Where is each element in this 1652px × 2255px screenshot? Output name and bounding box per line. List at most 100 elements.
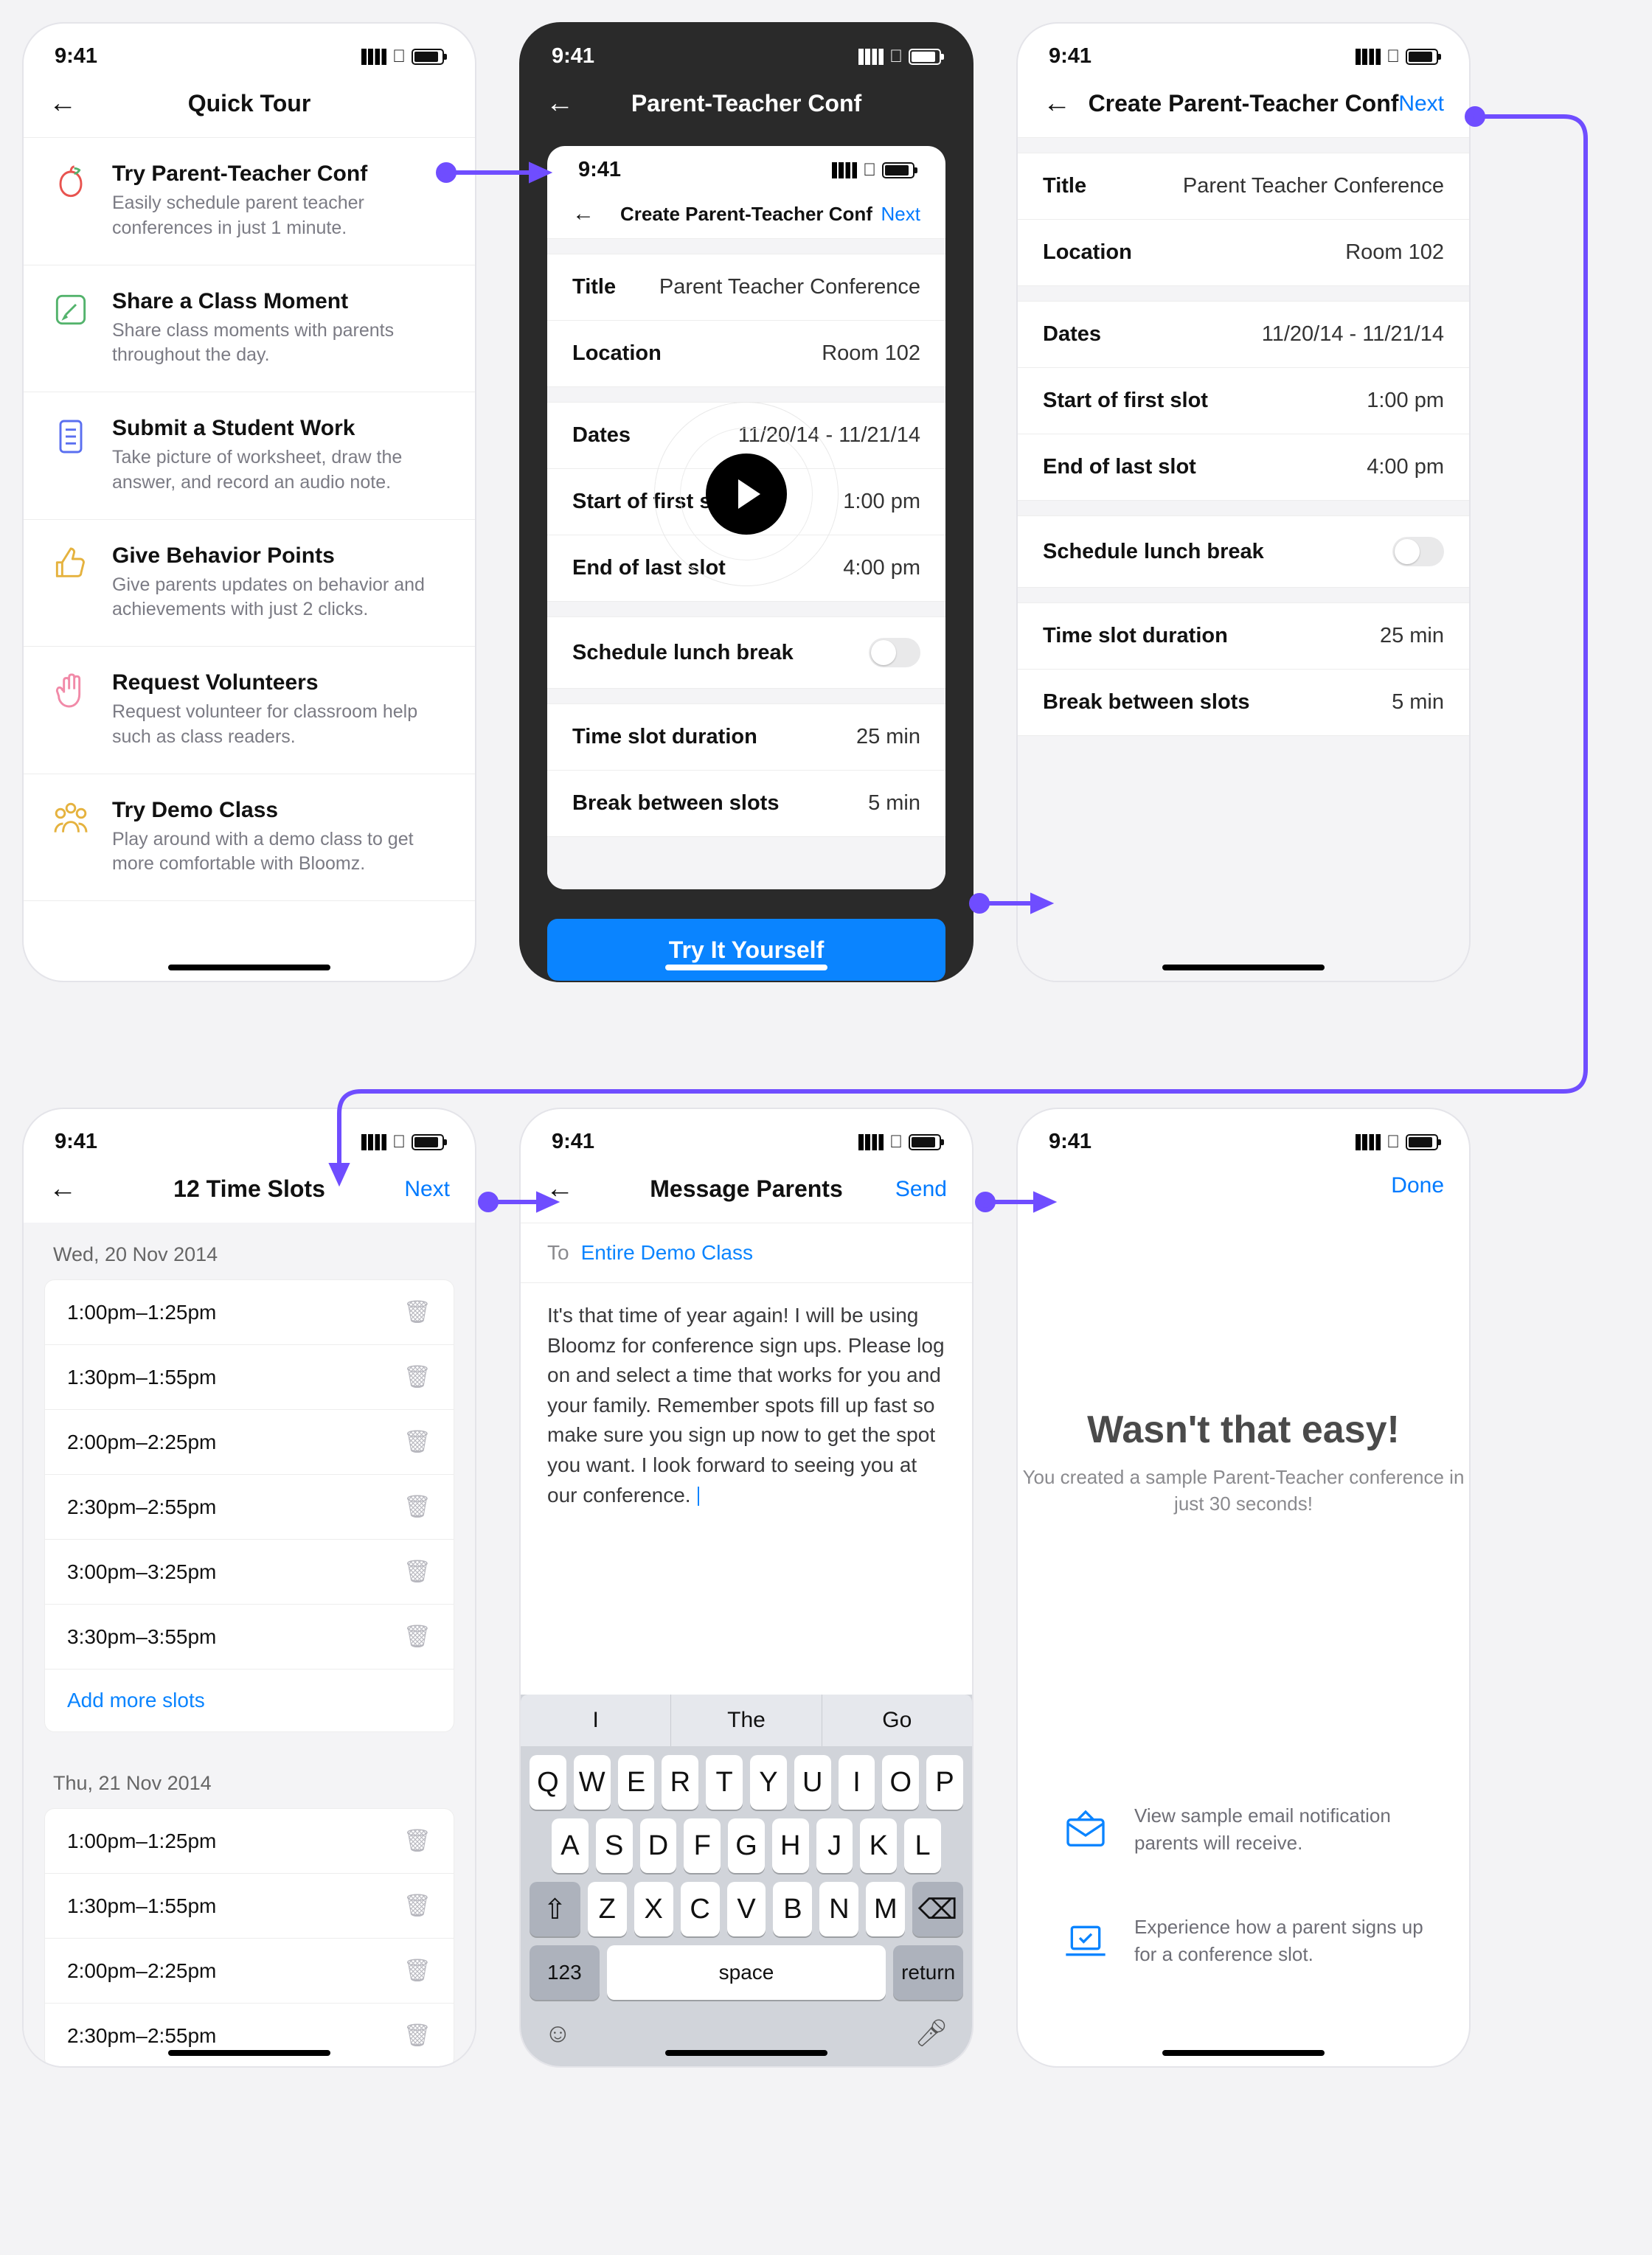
key-Q[interactable]: Q bbox=[530, 1755, 566, 1810]
key-O[interactable]: O bbox=[882, 1755, 919, 1810]
key-shift[interactable]: ⇧ bbox=[530, 1882, 580, 1936]
row-dates[interactable]: Dates11/20/14 - 11/21/14 bbox=[1018, 302, 1469, 367]
next-button[interactable]: Next bbox=[404, 1177, 450, 1202]
row-title[interactable]: TitleParent Teacher Conference bbox=[547, 254, 945, 320]
slots-body[interactable]: Wed, 20 Nov 20141:00pm–1:25pm🗑︎1:30pm–1:… bbox=[24, 1223, 475, 2066]
back-button[interactable]: ← bbox=[49, 88, 77, 119]
key-F[interactable]: F bbox=[684, 1818, 721, 1873]
slot-row[interactable]: 2:30pm–2:55pm🗑︎ bbox=[45, 2003, 454, 2066]
sugg-1[interactable]: I bbox=[521, 1695, 670, 1746]
quick-tour-item[interactable]: Give Behavior PointsGive parents updates… bbox=[24, 520, 475, 647]
row-duration[interactable]: Time slot duration25 min bbox=[547, 704, 945, 770]
key-P[interactable]: P bbox=[926, 1755, 963, 1810]
quick-tour-item[interactable]: Request VolunteersRequest volunteer for … bbox=[24, 647, 475, 774]
back-button[interactable]: ← bbox=[546, 1173, 574, 1205]
trash-icon[interactable]: 🗑︎ bbox=[403, 1624, 431, 1650]
key-J[interactable]: J bbox=[816, 1818, 853, 1873]
row-break[interactable]: Break between slots5 min bbox=[547, 770, 945, 836]
row-location[interactable]: LocationRoom 102 bbox=[547, 320, 945, 386]
trash-icon[interactable]: 🗑︎ bbox=[403, 1958, 431, 1984]
row-location[interactable]: LocationRoom 102 bbox=[1018, 219, 1469, 285]
emoji-icon[interactable]: ☺ bbox=[544, 2018, 572, 2049]
key-T[interactable]: T bbox=[706, 1755, 743, 1810]
key-E[interactable]: E bbox=[618, 1755, 655, 1810]
mic-icon[interactable]: 🎤︎ bbox=[914, 2018, 948, 2049]
row-break[interactable]: Break between slots5 min bbox=[1018, 669, 1469, 735]
slot-time: 2:30pm–2:55pm bbox=[67, 1495, 216, 1519]
key-U[interactable]: U bbox=[794, 1755, 831, 1810]
row-start[interactable]: Start of first slot1:00 pm bbox=[1018, 367, 1469, 434]
key-N[interactable]: N bbox=[819, 1882, 858, 1936]
key-I[interactable]: I bbox=[839, 1755, 875, 1810]
quick-tour-item[interactable]: Submit a Student WorkTake picture of wor… bbox=[24, 392, 475, 520]
row-lunch[interactable]: Schedule lunch break bbox=[547, 617, 945, 688]
key-M[interactable]: M bbox=[866, 1882, 905, 1936]
key-C[interactable]: C bbox=[681, 1882, 720, 1936]
status-bar: 9:41 􀙇 bbox=[24, 24, 475, 77]
sugg-3[interactable]: Go bbox=[822, 1695, 972, 1746]
row-title[interactable]: TitleParent Teacher Conference bbox=[1018, 153, 1469, 219]
key-space[interactable]: space bbox=[607, 1945, 886, 2000]
key-K[interactable]: K bbox=[860, 1818, 897, 1873]
sugg-2[interactable]: The bbox=[670, 1695, 821, 1746]
send-button[interactable]: Send bbox=[895, 1177, 947, 1202]
to-row[interactable]: To Entire Demo Class bbox=[521, 1223, 972, 1283]
trash-icon[interactable]: 🗑︎ bbox=[403, 2023, 431, 2049]
quick-tour-item[interactable]: Share a Class MomentShare class moments … bbox=[24, 265, 475, 393]
key-S[interactable]: S bbox=[596, 1818, 633, 1873]
slot-row[interactable]: 2:00pm–2:25pm🗑︎ bbox=[45, 1938, 454, 2003]
final-item-email[interactable]: View sample email notification parents w… bbox=[1018, 1785, 1469, 1874]
keyboard[interactable]: I The Go QWERTYUIOP ASDFGHJKL ⇧ZXCVBNM⌫ … bbox=[521, 1695, 972, 2066]
key-X[interactable]: X bbox=[634, 1882, 673, 1936]
row-end[interactable]: End of last slot4:00 pm bbox=[1018, 434, 1469, 500]
key-123[interactable]: 123 bbox=[530, 1945, 600, 2000]
lunch-toggle[interactable] bbox=[1392, 537, 1444, 566]
play-button[interactable] bbox=[706, 454, 787, 535]
key-L[interactable]: L bbox=[904, 1818, 941, 1873]
key-R[interactable]: R bbox=[662, 1755, 698, 1810]
next-button[interactable]: Next bbox=[1398, 91, 1444, 117]
slot-row[interactable]: 2:30pm–2:55pm 🗑︎ bbox=[45, 1474, 454, 1539]
key-return[interactable]: return bbox=[893, 1945, 963, 2000]
lunch-toggle[interactable] bbox=[869, 638, 920, 667]
next-button[interactable]: Next bbox=[881, 203, 920, 226]
trash-icon[interactable]: 🗑︎ bbox=[403, 1893, 431, 1919]
message-body[interactable]: It's that time of year again! I will be … bbox=[521, 1283, 972, 1528]
done-button[interactable]: Done bbox=[1391, 1173, 1444, 1198]
quick-tour-item[interactable]: Try Demo ClassPlay around with a demo cl… bbox=[24, 774, 475, 902]
key-Z[interactable]: Z bbox=[588, 1882, 627, 1936]
quick-tour-item[interactable]: Try Parent-Teacher ConfEasily schedule p… bbox=[24, 138, 475, 265]
key-Y[interactable]: Y bbox=[750, 1755, 787, 1810]
back-button[interactable]: ← bbox=[546, 88, 574, 119]
back-button[interactable]: ← bbox=[572, 201, 594, 226]
trash-icon[interactable]: 🗑︎ bbox=[403, 1429, 431, 1455]
item-sub: Take picture of worksheet, draw the answ… bbox=[112, 445, 448, 496]
key-A[interactable]: A bbox=[552, 1818, 589, 1873]
trash-icon[interactable]: 🗑︎ bbox=[403, 1828, 431, 1854]
back-button[interactable]: ← bbox=[1043, 88, 1071, 119]
key-W[interactable]: W bbox=[574, 1755, 611, 1810]
slot-row[interactable]: 1:30pm–1:55pm🗑︎ bbox=[45, 1873, 454, 1938]
row-lunch[interactable]: Schedule lunch break bbox=[1018, 516, 1469, 587]
trash-icon[interactable]: 🗑︎ bbox=[403, 1299, 431, 1325]
row-duration[interactable]: Time slot duration25 min bbox=[1018, 603, 1469, 669]
key-B[interactable]: B bbox=[773, 1882, 812, 1936]
try-it-button[interactable]: Try It Yourself bbox=[547, 919, 945, 981]
slot-row[interactable]: 3:00pm–3:25pm🗑︎ bbox=[45, 1539, 454, 1604]
add-more-slots[interactable]: Add more slots bbox=[45, 1669, 454, 1731]
key-V[interactable]: V bbox=[727, 1882, 766, 1936]
slot-row[interactable]: 1:30pm–1:55pm🗑︎ bbox=[45, 1344, 454, 1409]
slot-row[interactable]: 1:00pm–1:25pm🗑︎ bbox=[45, 1809, 454, 1873]
key-D[interactable]: D bbox=[640, 1818, 677, 1873]
key-H[interactable]: H bbox=[772, 1818, 809, 1873]
trash-icon[interactable]: 🗑︎ bbox=[403, 1364, 431, 1390]
slot-row[interactable]: 3:30pm–3:55pm🗑︎ bbox=[45, 1604, 454, 1669]
slot-row[interactable]: 2:00pm–2:25pm🗑︎ bbox=[45, 1409, 454, 1474]
back-button[interactable]: ← bbox=[49, 1173, 77, 1205]
key-backspace[interactable]: ⌫ bbox=[912, 1882, 963, 1936]
final-item-parent[interactable]: Experience how a parent signs up for a c… bbox=[1018, 1896, 1469, 1985]
trash-icon[interactable]: 🗑︎ bbox=[403, 1494, 431, 1520]
trash-icon[interactable]: 🗑︎ bbox=[403, 1559, 431, 1585]
key-G[interactable]: G bbox=[728, 1818, 765, 1873]
slot-row[interactable]: 1:00pm–1:25pm🗑︎ bbox=[45, 1280, 454, 1344]
